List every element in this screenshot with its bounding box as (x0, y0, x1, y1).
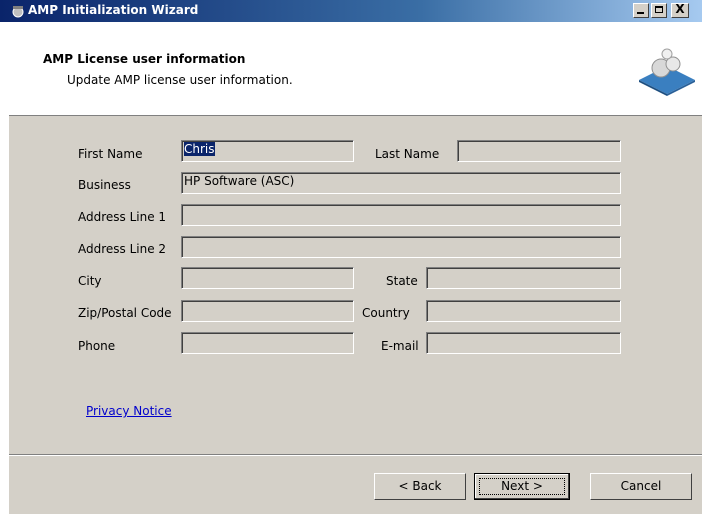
focus-rect (479, 478, 565, 495)
first-name-label: First Name (78, 147, 143, 161)
address-line-1-field[interactable] (181, 204, 621, 226)
address-line-2-label: Address Line 2 (78, 242, 167, 256)
city-label: City (78, 274, 102, 288)
page-subtitle: Update AMP license user information. (67, 73, 293, 87)
wizard-header: AMP License user information Update AMP … (9, 22, 702, 116)
title-bar[interactable]: AMP Initialization Wizard X (0, 0, 702, 22)
close-icon: X (675, 2, 685, 16)
phone-label: Phone (78, 339, 116, 353)
wizard-window: AMP Initialization Wizard X AMP License … (0, 0, 702, 514)
page-title: AMP License user information (43, 52, 246, 66)
state-label: State (386, 274, 418, 288)
address-line-2-field[interactable] (181, 236, 621, 258)
country-field[interactable] (426, 300, 621, 322)
country-label: Country (362, 306, 410, 320)
footer-separator (9, 454, 702, 456)
back-button[interactable]: < Back (374, 473, 466, 500)
minimize-button[interactable] (633, 3, 649, 18)
city-field[interactable] (181, 267, 354, 289)
window-title: AMP Initialization Wizard (28, 3, 199, 17)
email-field[interactable] (426, 332, 621, 354)
zip-label: Zip/Postal Code (78, 306, 172, 320)
first-name-field[interactable]: Chris (181, 140, 354, 162)
last-name-field[interactable] (457, 140, 621, 162)
email-label: E-mail (381, 339, 419, 353)
address-line-1-label: Address Line 1 (78, 210, 167, 224)
last-name-label: Last Name (375, 147, 440, 161)
next-button[interactable]: Next > (474, 473, 570, 500)
window-left-edge (0, 22, 9, 514)
cancel-button[interactable]: Cancel (590, 473, 692, 500)
app-icon (12, 6, 24, 18)
state-field[interactable] (426, 267, 621, 289)
business-field[interactable]: HP Software (ASC) (181, 172, 621, 194)
amp-wizard-logo-icon (639, 48, 695, 96)
zip-field[interactable] (181, 300, 354, 322)
privacy-notice-link[interactable]: Privacy Notice (86, 404, 172, 418)
maximize-button[interactable] (651, 3, 667, 18)
phone-field[interactable] (181, 332, 354, 354)
close-button[interactable]: X (671, 2, 689, 18)
business-value: HP Software (ASC) (184, 174, 295, 188)
business-label: Business (78, 178, 131, 192)
first-name-value: Chris (184, 142, 215, 156)
